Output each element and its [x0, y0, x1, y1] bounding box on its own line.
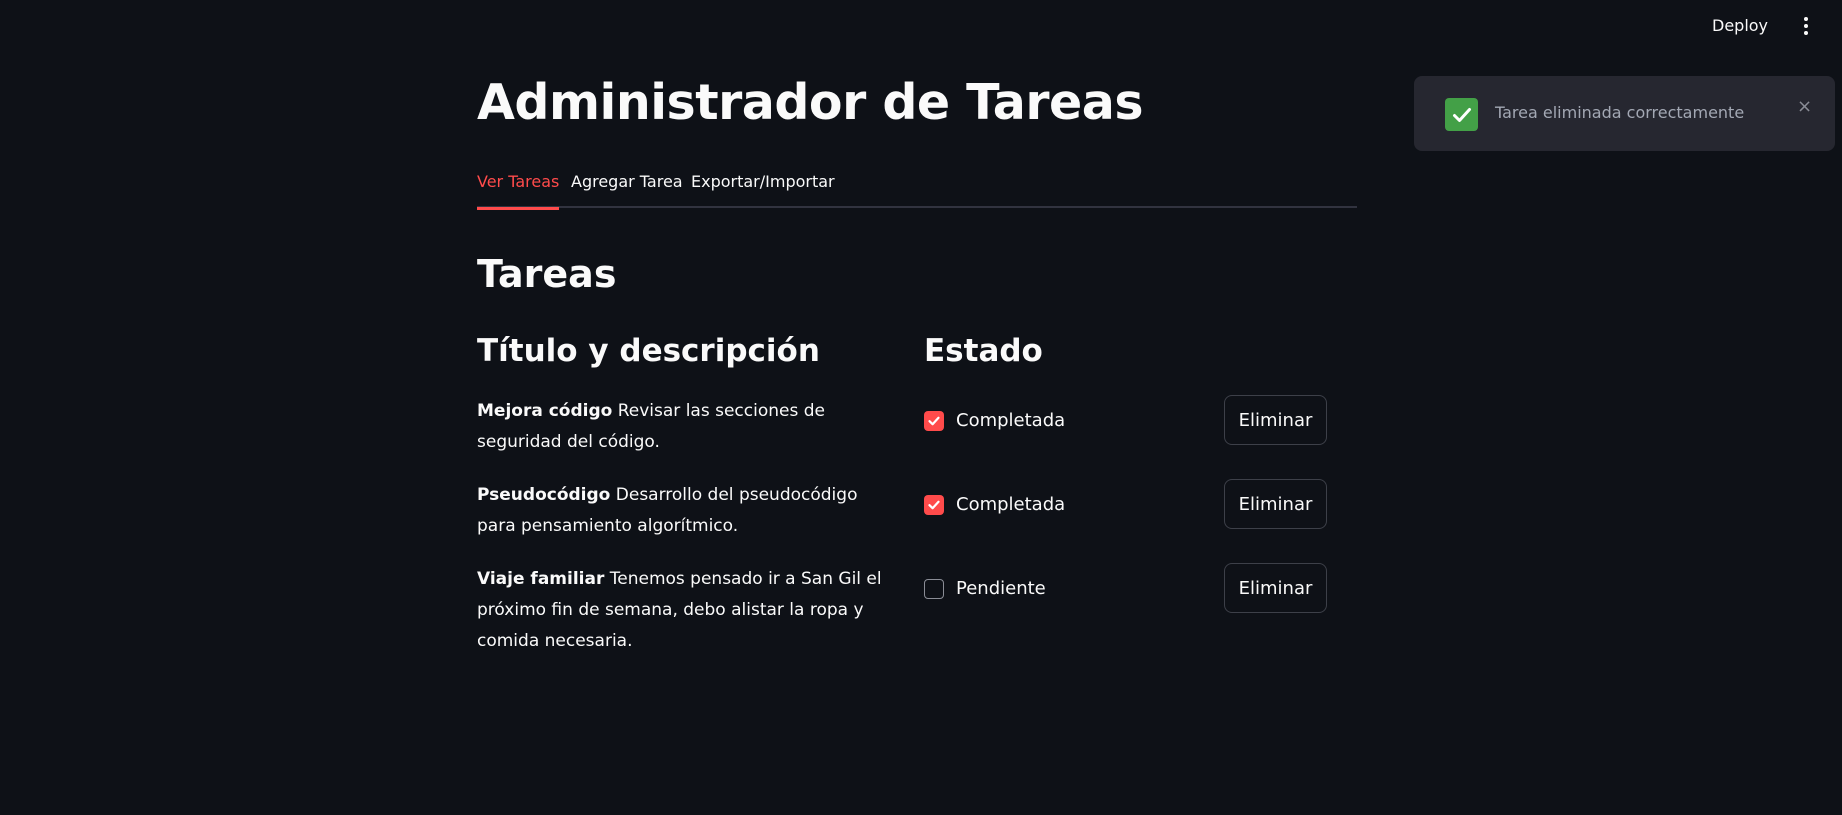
top-bar: Deploy: [0, 0, 1842, 54]
tab-ver-tareas[interactable]: Ver Tareas: [477, 170, 560, 210]
toast-message: Tarea eliminada correctamente: [1495, 103, 1745, 122]
column-header-title: Título y descripción: [477, 333, 820, 369]
task-description: Pseudocódigo Desarrollo del pseudocódigo…: [477, 480, 897, 542]
checkbox-checked-icon[interactable]: [924, 410, 944, 431]
page-title: Administrador de Tareas: [477, 74, 1143, 131]
task-name: Pseudocódigo: [477, 485, 611, 505]
status-checkbox[interactable]: Pendiente: [924, 578, 1046, 599]
column-header-status: Estado: [924, 333, 1043, 369]
kebab-menu-icon[interactable]: [1796, 14, 1816, 38]
status-label: Pendiente: [956, 578, 1046, 599]
delete-button[interactable]: Eliminar: [1224, 395, 1327, 445]
task-name: Viaje familiar: [477, 569, 605, 589]
delete-button[interactable]: Eliminar: [1224, 479, 1327, 529]
status-label: Completada: [956, 494, 1066, 515]
check-mark-icon: [1445, 98, 1478, 131]
status-checkbox[interactable]: Completada: [924, 410, 1065, 431]
toast-notification: Tarea eliminada correctamente ×: [1414, 76, 1835, 151]
status-checkbox[interactable]: Completada: [924, 494, 1065, 515]
section-title: Tareas: [477, 252, 617, 296]
status-label: Completada: [956, 410, 1066, 431]
tab-exportar-importar[interactable]: Exportar/Importar: [691, 170, 835, 208]
task-name: Mejora código: [477, 401, 613, 421]
tab-agregar-tarea[interactable]: Agregar Tarea: [571, 170, 683, 208]
close-icon[interactable]: ×: [1797, 96, 1812, 117]
tab-bar: Ver Tareas Agregar Tarea Exportar/Import…: [477, 170, 1357, 210]
task-description: Viaje familiar Tenemos pensado ir a San …: [477, 564, 897, 657]
delete-button[interactable]: Eliminar: [1224, 563, 1327, 613]
task-description: Mejora código Revisar las secciones de s…: [477, 396, 897, 458]
checkbox-unchecked-icon[interactable]: [924, 578, 944, 599]
deploy-button[interactable]: Deploy: [1712, 16, 1768, 35]
checkbox-checked-icon[interactable]: [924, 494, 944, 515]
